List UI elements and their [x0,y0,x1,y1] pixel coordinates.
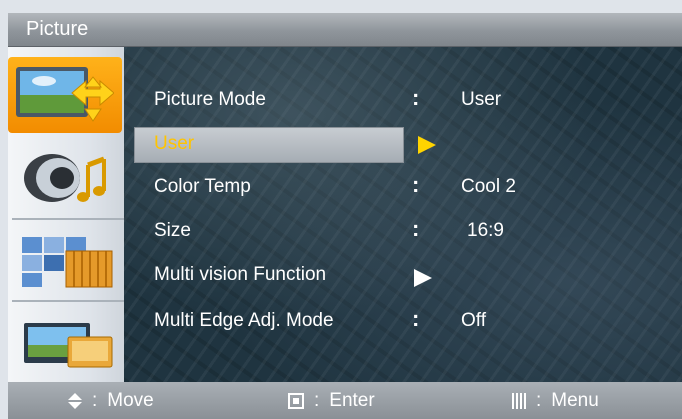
sidebar-divider [12,218,124,220]
menu-item-colon: : [412,85,420,110]
picture-move-icon [14,63,115,125]
hint-text: Enter [329,390,375,411]
hint-sep: : [92,390,98,411]
footer-help-bar: : Move : Enter : Menu [8,382,682,419]
sidebar-item-picture[interactable] [8,57,122,133]
page-title: Picture [26,18,89,40]
hint-text: Menu [551,390,599,411]
hint-text: Move [107,390,154,411]
menu-item-value: 16:9 [467,220,504,241]
menu-item-multi-edge[interactable]: Multi Edge Adj. Mode : Off [124,306,682,338]
submenu-arrow-icon [414,269,432,287]
menu-item-label: Color Temp [154,176,251,197]
menu-item-label: Picture Mode [154,89,266,110]
sound-speaker-icon [18,147,118,209]
menu-item-colon: : [412,216,420,241]
menu-item-value: Off [461,310,486,331]
hint-move: : Move [68,390,154,412]
menu-item-size[interactable]: Size : 16:9 [124,216,682,248]
menu-item-multi-vision[interactable]: Multi vision Function [124,260,682,292]
sidebar-divider [12,300,124,302]
enter-icon [288,393,304,409]
menu-item-value: User [461,89,502,110]
menu-item-picture-mode[interactable]: Picture Mode : User [124,85,682,117]
multi-screen-icon [18,229,118,291]
submenu-arrow-icon [418,136,436,154]
up-down-icon [68,393,82,409]
title-bar: Picture [8,13,682,47]
hint-menu: : Menu [512,390,599,412]
menu-item-colon: : [412,172,420,197]
sidebar [8,47,124,384]
hint-sep: : [536,390,542,411]
menu-item-colon: : [412,306,420,331]
sidebar-item-multi-screen[interactable] [12,223,124,302]
hint-enter: : Enter [288,390,375,412]
menu-item-label: Multi vision Function [154,264,327,285]
menu-panel: Picture Mode : User User Color Temp : Co… [124,47,682,382]
menu-item-value: Cool 2 [461,176,516,197]
menu-item-label: Multi Edge Adj. Mode [154,310,334,331]
menu-item-label: Size [154,220,191,241]
menu-item-color-temp[interactable]: Color Temp : Cool 2 [124,172,682,204]
sidebar-item-setup[interactable] [12,305,124,384]
menu-item-user[interactable]: User [124,127,682,163]
menu-icon [512,393,526,409]
menu-item-label: User [154,133,195,154]
monitor-setup-icon [18,311,118,373]
sidebar-item-sound[interactable] [12,141,124,220]
osd-menu: Picture Picture Mode: User User Color T… [0,0,682,419]
hint-sep: : [314,390,320,411]
